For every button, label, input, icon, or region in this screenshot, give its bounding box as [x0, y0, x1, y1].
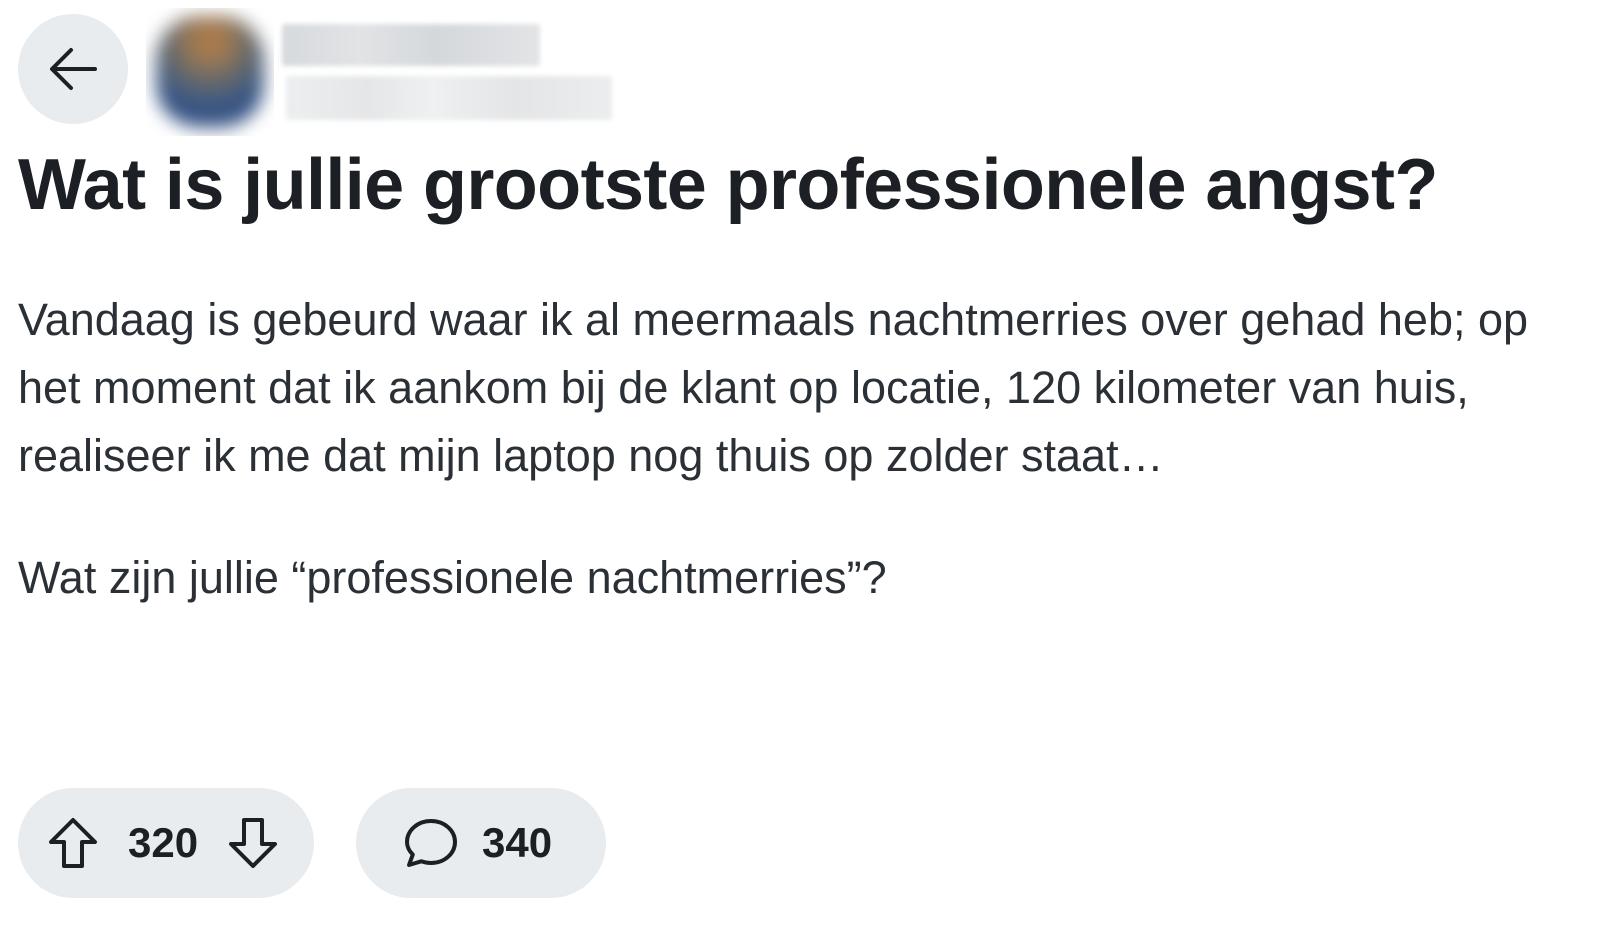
post-body: Vandaag is gebeurd waar ik al meermaals …: [18, 286, 1578, 612]
author-name-blurred[interactable]: [282, 24, 540, 66]
comments-button[interactable]: 340: [356, 788, 606, 898]
post-meta-blurred: [286, 76, 612, 120]
comment-count: 340: [482, 819, 553, 866]
author-avatar[interactable]: [146, 8, 274, 136]
arrow-down-outline-icon: [229, 818, 278, 868]
upvote-button[interactable]: [46, 815, 100, 871]
vote-control: 320: [18, 788, 314, 898]
post-body-paragraph: Vandaag is gebeurd waar ik al meermaals …: [18, 294, 1529, 481]
speech-bubble-icon: [405, 819, 457, 867]
post-actions: 320 340: [18, 788, 606, 898]
arrow-left-icon: [50, 48, 97, 90]
post-header: [18, 8, 718, 136]
vote-count: 320: [128, 819, 199, 866]
post-title: Wat is jullie grootste professionele ang…: [18, 145, 1438, 225]
avatar-image-blurred: [156, 16, 264, 128]
post-body-paragraph: Wat zijn jullie “professionele nachtmerr…: [18, 552, 887, 603]
back-button[interactable]: [18, 14, 128, 124]
arrow-up-outline-icon: [49, 818, 97, 868]
downvote-button[interactable]: [226, 815, 280, 871]
